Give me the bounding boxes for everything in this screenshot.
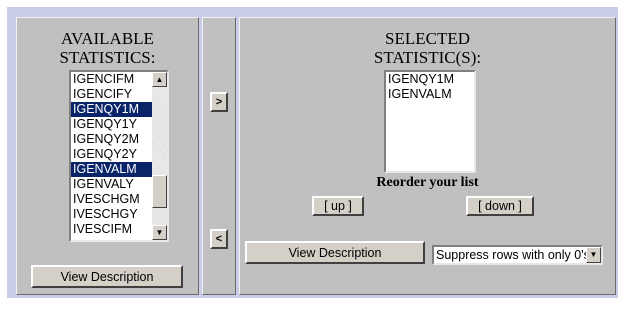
- selected-view-description-button[interactable]: View Description: [245, 241, 425, 264]
- move-up-button[interactable]: [ up ]: [312, 196, 364, 216]
- available-heading-line1: AVAILABLE: [61, 29, 154, 48]
- reorder-label: Reorder your list: [376, 175, 479, 190]
- list-item[interactable]: IGENCIFY: [71, 87, 152, 102]
- list-item[interactable]: IVESCIFM: [71, 222, 152, 237]
- selected-heading: SELECTED STATISTIC(S):: [240, 29, 615, 67]
- list-item[interactable]: IGENQY1Y: [71, 117, 152, 132]
- up-arrow-icon[interactable]: ▲: [152, 72, 167, 87]
- list-item[interactable]: IGENQY1M: [71, 102, 152, 117]
- selected-heading-line1: SELECTED: [385, 29, 470, 48]
- list-item[interactable]: IGENQY2Y: [71, 147, 152, 162]
- down-arrow-icon[interactable]: ▼: [152, 225, 167, 240]
- selected-statistics-list[interactable]: IGENQY1M IGENVALM: [384, 70, 476, 173]
- selected-panel: SELECTED STATISTIC(S): IGENQY1M IGENVALM …: [239, 17, 616, 295]
- available-view-description-button[interactable]: View Description: [31, 265, 183, 288]
- suppress-rows-value: Suppress rows with only 0's: [436, 248, 590, 262]
- available-panel: AVAILABLE STATISTICS: IGENCIFM IGENCIFY IG…: [16, 17, 199, 295]
- available-statistics-list[interactable]: IGENCIFM IGENCIFY IGENQY1M IGENQY1Y IGENQY2M…: [69, 70, 169, 242]
- available-heading-line2: STATISTICS:: [59, 48, 156, 67]
- remove-from-selected-button[interactable]: <: [210, 229, 228, 249]
- add-to-selected-button[interactable]: >: [210, 92, 228, 112]
- move-down-button[interactable]: [ down ]: [466, 196, 534, 216]
- selected-heading-line2: STATISTIC(S):: [373, 48, 482, 67]
- list-item[interactable]: IGENQY1M: [386, 72, 474, 87]
- list-item[interactable]: IVESCHGY: [71, 207, 152, 222]
- transfer-panel: > <: [202, 17, 236, 295]
- suppress-rows-select[interactable]: Suppress rows with only 0's ▼: [432, 245, 603, 265]
- available-items: IGENCIFM IGENCIFY IGENQY1M IGENQY1Y IGENQY2M…: [71, 72, 152, 237]
- statistics-selector-frame: AVAILABLE STATISTICS: IGENCIFM IGENCIFY IG…: [7, 7, 618, 298]
- list-item[interactable]: IGENVALM: [386, 87, 474, 102]
- available-list-scrollbar[interactable]: ▲ ▼: [152, 72, 167, 240]
- selected-items: IGENQY1M IGENVALM: [386, 72, 474, 102]
- scrollbar-thumb[interactable]: [152, 175, 167, 208]
- list-item[interactable]: IGENQY2M: [71, 132, 152, 147]
- available-heading: AVAILABLE STATISTICS:: [17, 29, 198, 67]
- list-item[interactable]: IVESCHGM: [71, 192, 152, 207]
- list-item[interactable]: IGENCIFM: [71, 72, 152, 87]
- list-item[interactable]: IGENVALY: [71, 177, 152, 192]
- list-item[interactable]: IGENVALM: [71, 162, 152, 177]
- chevron-down-icon[interactable]: ▼: [586, 247, 601, 263]
